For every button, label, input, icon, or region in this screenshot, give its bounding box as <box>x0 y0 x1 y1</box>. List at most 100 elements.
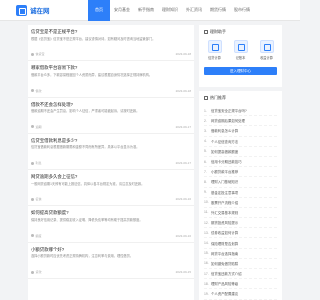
article-date: 2023-09-16 <box>175 233 191 238</box>
article-item[interactable]: 哪家借款平台容易下款? 借款平台众多，下款容易程度因个人资质而异，建议根据自身情况… <box>28 61 194 98</box>
tool-icon <box>207 40 222 53</box>
hot-list-item[interactable]: 18. 理财产品风险等级 <box>204 279 277 290</box>
hot-list-link[interactable]: 债券收益如何计算 <box>211 230 238 235</box>
hot-list-link[interactable]: 基金定投注意事项 <box>211 190 238 195</box>
hot-list-link[interactable]: 理财入门基础知识 <box>211 179 238 184</box>
hot-list-rank: 5. <box>204 149 207 154</box>
hot-list-rank: 18. <box>204 281 209 286</box>
article-author: 利息 <box>31 161 42 165</box>
hot-list-link[interactable]: 外汇交易基本规则 <box>211 210 238 215</box>
tools-grid: 信贷计算 记账本 收益计算 <box>204 40 277 60</box>
article-item[interactable]: 信贷宝借款利息是多少? 信贷宝借款利息根据借款期限和金额不同而有所差异，具体以平台… <box>28 134 194 171</box>
hot-list-item[interactable]: 14. 保险理财是否划算 <box>204 238 277 249</box>
article-item[interactable]: 信贷宝是不是正规平台? 根据《信贷宝》信贷宝不是正规平台，建议谨慎对待，如有疑问及… <box>28 25 194 62</box>
article-summary: 借款平台众多，下款容易程度因个人资质而异，建议根据自身情况选择正规持牌机构。 <box>31 72 153 77</box>
hot-list-item[interactable]: 10. 股票开户流程介绍 <box>204 198 277 208</box>
nav-item[interactable]: 安月基金 <box>110 0 134 21</box>
hot-list-item[interactable]: 3. 借款利息怎么计算 <box>204 126 277 137</box>
hot-list-link[interactable]: 股票开户流程介绍 <box>211 200 238 205</box>
article-item[interactable]: 借款不还会怎样处理? 借款逾期不还会产生罚息，影响个人征信，严重者可能被起诉，请按… <box>28 98 194 134</box>
article-date: 2023-09-18 <box>175 52 191 57</box>
hot-list-item[interactable]: 6. 信用卡分期还款技巧 <box>204 157 277 168</box>
article-meta: 额度 2023-09-16 <box>31 234 191 238</box>
hot-list-link[interactable]: 信贷宝还款方式介绍 <box>211 271 242 276</box>
hot-list-item[interactable]: 8. 理财入门基础知识 <box>204 177 277 188</box>
nav-item[interactable]: 期货行情 <box>206 0 230 21</box>
nav-item[interactable]: 理财知识 <box>158 0 182 21</box>
hot-list-link[interactable]: 小额贷款平台推荐 <box>211 169 238 174</box>
article-author-name: 征信 <box>35 197 42 202</box>
article-title[interactable]: 如何提高贷款额度? <box>31 210 191 216</box>
article-title[interactable]: 信贷宝借款利息是多少? <box>31 138 191 144</box>
article-meta: 贷款 2023-09-15 <box>31 270 191 274</box>
article-title[interactable]: 信贷宝是不是正规平台? <box>31 29 191 35</box>
user-icon <box>31 197 34 201</box>
hot-list-item[interactable]: 17. 信贷宝还款方式介绍 <box>204 269 277 280</box>
nav-item[interactable]: 新手指南 <box>134 0 158 21</box>
nav-item[interactable]: 外汇资讯 <box>182 0 206 21</box>
article-date: 2023-09-18 <box>175 88 191 93</box>
hot-list-link[interactable]: 网贷平台选择指南 <box>211 251 238 256</box>
hot-list-item[interactable]: 11. 外汇交易基本规则 <box>204 208 277 219</box>
article-item[interactable]: 网贷逾期多久会上征信? 一般网贷逾期1天即有可能上报征信，具体以各平台规定为准，请… <box>28 170 194 207</box>
tool-label: 信贷计算 <box>208 56 221 60</box>
hot-list-link[interactable]: 信用卡分期还款技巧 <box>211 159 242 164</box>
article-author-name: 贷款 <box>35 270 42 275</box>
article-date: 2023-09-17 <box>175 124 191 129</box>
main-nav: 首页 安月基金 新手指南 理财知识 外汇资讯 期货行情 股市行情 <box>88 0 254 21</box>
article-author: 贷款 <box>31 270 42 274</box>
tool-label: 收益计算 <box>260 56 273 60</box>
article-title[interactable]: 借款不还会怎样处理? <box>31 102 191 108</box>
hot-list-rank: 14. <box>204 241 209 246</box>
hot-list-link[interactable]: 期货投资风险提示 <box>211 220 238 225</box>
site-logo[interactable]: 诚在网 <box>16 4 80 16</box>
nav-item[interactable]: 首页 <box>88 0 110 21</box>
logo-icon <box>16 4 27 16</box>
nav-item[interactable]: 股市行情 <box>230 0 254 21</box>
article-author-name: 额度 <box>35 233 42 238</box>
hot-list-link[interactable]: 保险理财是否划算 <box>211 241 238 246</box>
tool-item[interactable]: 记账本 <box>232 40 249 60</box>
hot-list-link[interactable]: 借款利息怎么计算 <box>211 128 238 133</box>
hot-list-title: 热门推荐 <box>204 95 277 101</box>
hot-list-rank: 7. <box>204 169 207 174</box>
article-summary: 借款逾期不还会产生罚息，影响个人征信，严重者可能被起诉，请按时还款。 <box>31 109 140 114</box>
article-author: 信贷宝 <box>31 52 45 56</box>
article-title[interactable]: 网贷逾期多久会上征信? <box>31 174 191 180</box>
hot-list-link[interactable]: 如何提高借款额度 <box>211 149 238 154</box>
tool-item[interactable]: 收益计算 <box>258 40 275 60</box>
tool-item[interactable]: 信贷计算 <box>206 40 223 60</box>
hot-list-link[interactable]: 网贷逾期后果如何处理 <box>211 118 245 123</box>
article-author: 征信 <box>31 197 42 201</box>
article-meta: 利息 2023-09-17 <box>31 161 191 165</box>
hot-list: 1. 信贷宝安全正规平台吗? 2. 网贷逾期后果如何处理 3. 借款利息怎么计算 4. 个人征… <box>204 106 277 300</box>
tool-icon <box>233 40 248 53</box>
hot-list-rank: 19. <box>204 291 209 296</box>
hot-list-item[interactable]: 12. 期货投资风险提示 <box>204 218 277 229</box>
hot-list-item[interactable]: 15. 网贷平台选择指南 <box>204 249 277 259</box>
hot-list-link[interactable]: 理财产品风险等级 <box>211 281 238 286</box>
hot-list-link[interactable]: 个人资产配置建议 <box>211 291 238 296</box>
article-meta: 借款 2023-09-18 <box>31 89 191 93</box>
hot-list-item[interactable]: 4. 个人征信查询方法 <box>204 137 277 147</box>
hot-list-link[interactable]: 如何避免借贷陷阱 <box>211 261 238 266</box>
article-title[interactable]: 小额贷款哪个好? <box>31 247 191 253</box>
article-item[interactable]: 如何提高贷款额度? 保持良好信用记录、提供稳定收入证明、降低负债率等均有助于提高贷… <box>28 206 194 243</box>
hot-list-link[interactable]: 个人征信查询方法 <box>211 139 238 144</box>
hot-list-item[interactable]: 7. 小额贷款平台推荐 <box>204 167 277 178</box>
article-title[interactable]: 哪家借款平台容易下款? <box>31 65 191 71</box>
hot-list-item[interactable]: 19. 个人资产配置建议 <box>204 289 277 300</box>
hot-list-item[interactable]: 16. 如何避免借贷陷阱 <box>204 259 277 269</box>
article-author-name: 借款 <box>35 88 42 93</box>
hot-list-item[interactable]: 2. 网贷逾期后果如何处理 <box>204 116 277 127</box>
user-icon <box>31 89 34 93</box>
hot-list-item[interactable]: 9. 基金定投注意事项 <box>204 188 277 198</box>
enter-finance-center-button[interactable]: 进入理财中心 <box>204 67 277 75</box>
tools-card-title: 理财助手 <box>204 29 277 35</box>
article-item[interactable]: 小额贷款哪个好? 选择小额贷款时应优先考虑正规持牌机构，注意利率与费用，理性借贷。… <box>28 243 194 280</box>
hot-list-item[interactable]: 5. 如何提高借款额度 <box>204 147 277 157</box>
hot-list-link[interactable]: 信贷宝安全正规平台吗? <box>211 108 247 113</box>
hot-list-item[interactable]: 1. 信贷宝安全正规平台吗? <box>204 106 277 117</box>
hot-list-item[interactable]: 13. 债券收益如何计算 <box>204 228 277 239</box>
article-summary: 一般网贷逾期1天即有可能上报征信，具体以各平台规定为准，请注意及时还款。 <box>31 181 145 186</box>
